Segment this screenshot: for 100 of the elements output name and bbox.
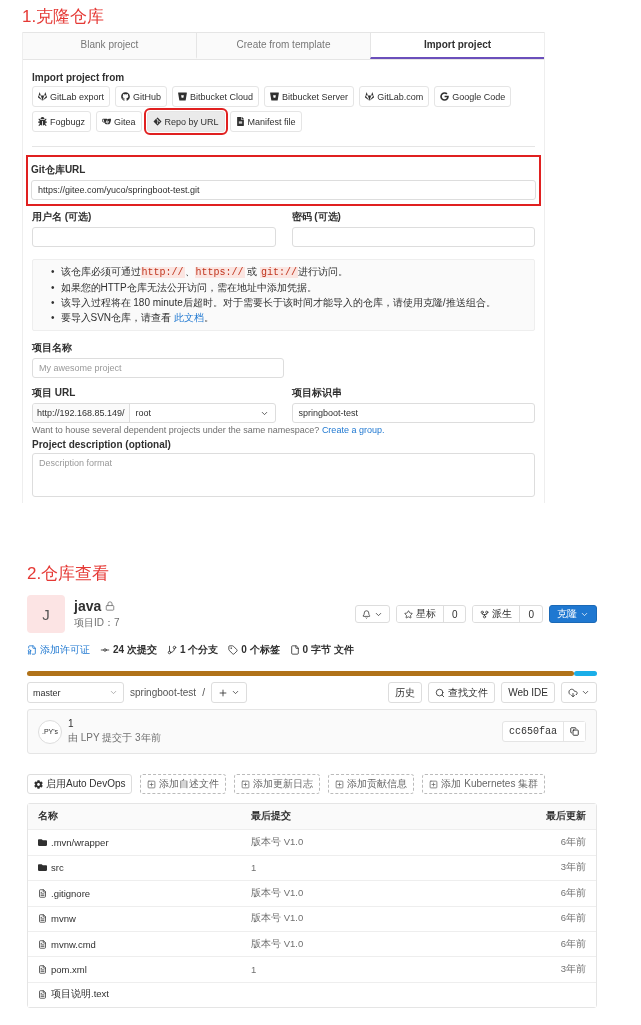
- action-button[interactable]: 启用Auto DevOps: [27, 774, 133, 794]
- commit-meta: 由 LPY 提交于 3年前: [68, 731, 162, 745]
- namespace-select[interactable]: root: [129, 404, 275, 422]
- file-icon: [38, 914, 47, 924]
- stat-text: 24 次提交: [113, 643, 157, 657]
- fork-button[interactable]: 派生 0: [472, 605, 543, 623]
- fox-icon: [38, 92, 47, 101]
- file-icon: [38, 990, 47, 1000]
- project-id: 项目ID：7: [74, 616, 121, 630]
- commit-message[interactable]: 版本号 V1.0: [251, 836, 304, 850]
- folder-icon: [38, 838, 47, 848]
- chevron-down-icon: [230, 688, 240, 697]
- updated-time: 3年前: [560, 861, 586, 875]
- section-heading: 1.克隆仓库: [22, 6, 106, 28]
- star-button[interactable]: 星标 0: [395, 605, 467, 623]
- web-ide-button[interactable]: Web IDE: [501, 682, 555, 703]
- file-icon: [38, 939, 47, 949]
- docs-link[interactable]: 此文档: [173, 312, 204, 323]
- file-icon: [38, 888, 47, 898]
- section-heading: 2.仓库查看: [27, 563, 111, 585]
- chevron-down-icon: [109, 688, 118, 697]
- bullet: •: [51, 265, 55, 279]
- clone-button[interactable]: 克隆: [549, 605, 597, 623]
- import-source-button[interactable]: Gitea: [96, 111, 142, 132]
- import-source-button[interactable]: Fogbugz: [32, 111, 92, 132]
- updated-time: 6年前: [560, 937, 586, 951]
- fork-count: 0: [519, 606, 542, 622]
- import-source-button[interactable]: Manifest file: [229, 111, 302, 132]
- license-link[interactable]: 添加许可证: [40, 643, 90, 657]
- file-name-link[interactable]: pom.xml: [51, 964, 87, 976]
- import-source-button[interactable]: Bitbucket Server: [264, 86, 355, 107]
- field-label: 项目名称: [32, 341, 73, 355]
- action-button[interactable]: 添加 Kubernetes 集群: [422, 774, 546, 794]
- file-name-link[interactable]: mvnw: [51, 913, 76, 925]
- file-name-link[interactable]: .mvn/wrapper: [51, 837, 109, 849]
- create-group-link[interactable]: Create a group.: [321, 425, 385, 435]
- fork-icon: [480, 609, 490, 619]
- branch-select[interactable]: master: [27, 682, 124, 703]
- git-icon: [152, 117, 162, 126]
- bell-icon: [361, 609, 371, 619]
- hint-text: Want to house several dependent projects under the same namespace? Create a group.: [32, 425, 386, 435]
- import-source-button[interactable]: GitHub: [115, 86, 168, 107]
- file-name-link[interactable]: mvnw.cmd: [51, 938, 96, 950]
- search-icon: [435, 687, 446, 698]
- notification-button[interactable]: [354, 605, 390, 623]
- import-source-button[interactable]: GitLab.com: [359, 86, 430, 107]
- commit-message[interactable]: 版本号 V1.0: [251, 937, 304, 951]
- action-button[interactable]: 添加更新日志: [234, 774, 321, 794]
- project-name: java: [74, 598, 102, 614]
- find-file-button[interactable]: 查找文件: [428, 682, 496, 703]
- bug-icon: [38, 117, 47, 126]
- input-field[interactable]: springboot-test: [291, 403, 535, 423]
- url-field[interactable]: http://192.168.85.149/ root: [32, 403, 276, 423]
- import-source-button[interactable]: Google Code: [434, 86, 512, 107]
- updated-time: 6年前: [560, 912, 586, 926]
- fox-icon: [365, 92, 375, 101]
- commit-message[interactable]: 版本号 V1.0: [251, 912, 304, 926]
- updated-time: 6年前: [560, 886, 586, 900]
- url-prefix: http://192.168.85.149/: [33, 404, 130, 422]
- file-name-link[interactable]: src: [51, 862, 64, 874]
- certificate-icon: [27, 645, 37, 655]
- input-field[interactable]: https://gitee.com/yuco/springboot-test.git: [31, 180, 536, 200]
- tab[interactable]: Import project: [370, 33, 544, 59]
- copy-icon: [570, 727, 579, 736]
- commit-message[interactable]: 1: [251, 862, 257, 874]
- download-button[interactable]: [561, 682, 597, 703]
- import-source-button[interactable]: GitLab export: [32, 86, 111, 107]
- add-button[interactable]: [210, 682, 247, 703]
- action-button[interactable]: 添加自述文件: [140, 774, 227, 794]
- plus-square-icon: [335, 779, 345, 789]
- file-name-link[interactable]: .gitignore: [51, 887, 91, 899]
- bucket-icon: [270, 92, 280, 101]
- star-icon: [403, 609, 413, 619]
- history-button[interactable]: 历史: [388, 682, 423, 703]
- commit-message[interactable]: 版本号 V1.0: [251, 886, 304, 900]
- field-label: 项目标识串: [291, 386, 343, 400]
- bullet: •: [51, 311, 55, 325]
- commit-icon: [100, 645, 110, 655]
- import-source-button[interactable]: Repo by URL: [146, 111, 225, 132]
- action-button[interactable]: 添加贡献信息: [328, 774, 415, 794]
- tab[interactable]: Blank project: [23, 33, 196, 59]
- info-text: 如果您的HTTP仓库无法公开访问，需在地址中添加凭据。: [60, 281, 317, 295]
- field-label: 用户名 (可选): [32, 210, 93, 224]
- commit-title[interactable]: 1: [68, 718, 496, 729]
- breadcrumb-link[interactable]: springboot-test: [130, 687, 197, 698]
- field-label: 项目 URL: [32, 386, 77, 400]
- teacup-icon: [102, 117, 112, 126]
- info-text: 该仓库必须可通过http://、https:// 或 git://进行访问。: [60, 265, 349, 280]
- column-header: 最后更新: [545, 810, 586, 824]
- project-avatar: J: [27, 595, 65, 633]
- bucket-icon: [178, 92, 188, 101]
- input-field[interactable]: [32, 227, 276, 247]
- star-count: 0: [442, 606, 466, 622]
- tag-icon: [228, 645, 239, 655]
- import-source-button[interactable]: Bitbucket Cloud: [172, 86, 260, 107]
- commit-message[interactable]: 1: [251, 964, 257, 976]
- file-name-link[interactable]: 项目说明.text: [51, 988, 109, 1002]
- input-field[interactable]: [291, 227, 535, 247]
- cloud-download-icon: [568, 687, 578, 698]
- stat-text: 1 个分支: [179, 643, 219, 657]
